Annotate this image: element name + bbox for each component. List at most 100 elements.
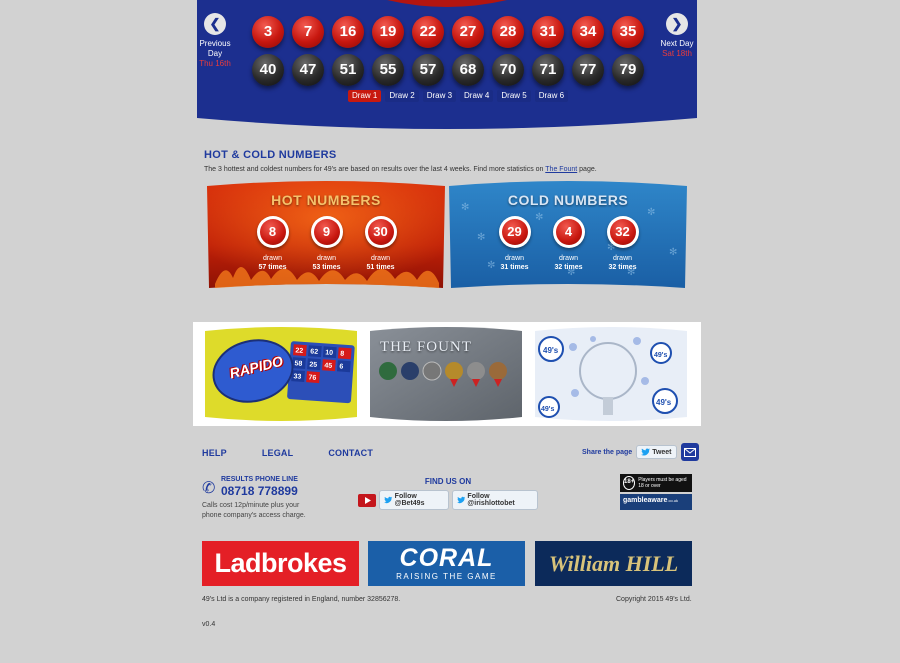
cold-number-item: 4 drawn 32 times bbox=[550, 216, 587, 272]
red-balls-row: 3 7 16 19 22 27 28 31 34 35 bbox=[252, 16, 644, 48]
the-fount-logo-text: THE FOUNT bbox=[380, 339, 472, 355]
share-bar: Share the page Tweet bbox=[582, 443, 699, 461]
cold-number-value: 32 bbox=[609, 219, 636, 245]
phone-cost-note: Calls cost 12p/minute plus your phone co… bbox=[202, 502, 306, 519]
draw-tab[interactable]: Draw 6 bbox=[534, 90, 569, 102]
the-fount-promo[interactable]: THE FOUNT bbox=[368, 327, 524, 421]
draw-tab[interactable]: Draw 2 bbox=[385, 90, 419, 102]
cold-numbers-list: 29 drawn 31 times 4 drawn 32 times 32 drawn 32 t… bbox=[496, 216, 641, 272]
next-day-button[interactable]: ❯ Next Day Sat 18th bbox=[657, 13, 697, 59]
rapido-grid-number: 8 bbox=[340, 350, 344, 357]
tweet-button[interactable]: Tweet bbox=[636, 445, 677, 459]
drawn-label: drawn bbox=[504, 255, 525, 262]
draw-tab[interactable]: Draw 5 bbox=[497, 90, 531, 102]
previous-day-label: Previous Day bbox=[199, 39, 231, 58]
drawn-label: drawn bbox=[558, 255, 579, 262]
black-ball: 47 bbox=[292, 54, 324, 86]
ladbrokes-logo-link[interactable]: Ladbrokes bbox=[202, 541, 359, 586]
drawn-times: 31 times bbox=[500, 264, 529, 271]
footer-link-legal[interactable]: LEGAL bbox=[262, 448, 294, 458]
hot-number-item: 30 drawn 51 times bbox=[362, 216, 399, 272]
black-ball: 70 bbox=[492, 54, 524, 86]
gambleaware-link[interactable]: gambleaware.co.uk bbox=[620, 494, 692, 510]
twitter-icon bbox=[641, 448, 651, 456]
email-share-button[interactable] bbox=[680, 443, 699, 461]
next-day-label: Next Day bbox=[660, 39, 694, 48]
black-ball: 71 bbox=[532, 54, 564, 86]
drawn-label: drawn bbox=[316, 255, 337, 262]
red-ball: 28 bbox=[492, 16, 524, 48]
hot-cold-title: HOT & COLD NUMBERS bbox=[204, 149, 337, 161]
cold-number-item: 29 drawn 31 times bbox=[496, 216, 533, 272]
previous-day-button[interactable]: ❮ Previous Day Thu 16th bbox=[195, 13, 235, 69]
fortynines-text-3: 49's bbox=[656, 398, 672, 407]
black-balls-row: 40 47 51 55 57 68 70 71 77 79 bbox=[252, 54, 644, 86]
follow-irishlottobet-label: Follow @irishlottobet bbox=[467, 493, 515, 507]
share-label: Share the page bbox=[582, 448, 633, 456]
hot-number-value: 30 bbox=[367, 219, 394, 245]
drawn-label: drawn bbox=[612, 255, 633, 262]
draw-results-panel: ❮ Previous Day Thu 16th 3 7 16 19 22 27 28 31 34… bbox=[197, 0, 697, 134]
phone-number[interactable]: 08718 778899 bbox=[221, 484, 312, 498]
footer-link-help[interactable]: HELP bbox=[202, 448, 227, 458]
find-us-on: FIND US ON Follow @Bet49s Follow @irishl… bbox=[358, 477, 538, 510]
black-ball: 40 bbox=[252, 54, 284, 86]
black-ball: 51 bbox=[332, 54, 364, 86]
svg-text:✻: ✻ bbox=[477, 232, 485, 243]
rapido-grid-number: 10 bbox=[325, 349, 333, 357]
black-ball: 55 bbox=[372, 54, 404, 86]
follow-bet49s-button[interactable]: Follow @Bet49s bbox=[379, 490, 450, 510]
twitter-icon bbox=[457, 496, 466, 504]
draw-tab[interactable]: Draw 4 bbox=[460, 90, 494, 102]
william-hill-logo-link[interactable]: William HILL bbox=[535, 541, 692, 586]
fortynines-text-2: 49's bbox=[654, 352, 667, 359]
hot-numbers-list: 8 drawn 57 times 9 drawn 53 times 30 drawn 51 ti… bbox=[254, 216, 399, 272]
age-restriction-text: Players must be aged 18 or over bbox=[638, 477, 687, 489]
cold-number-item: 32 drawn 32 times bbox=[604, 216, 641, 272]
drawn-times: 32 times bbox=[608, 264, 637, 271]
fortynines-promo[interactable]: 49's 49's 49's 49's bbox=[533, 327, 689, 421]
black-ball: 57 bbox=[412, 54, 444, 86]
draw-tab[interactable]: Draw 1 bbox=[348, 90, 382, 102]
svg-text:✼: ✼ bbox=[487, 260, 495, 271]
rapido-grid-number: 6 bbox=[339, 363, 343, 370]
youtube-icon bbox=[364, 496, 371, 504]
phone-line-label: RESULTS PHONE LINE bbox=[221, 476, 298, 483]
lottery-machine-graphic: 49's 49's 49's 49's bbox=[535, 327, 687, 421]
rapido-promo[interactable]: 22 62 10 8 58 25 45 6 33 76 RAPIDO bbox=[203, 327, 359, 421]
youtube-button[interactable] bbox=[358, 493, 377, 507]
arrow-right-icon: ❯ bbox=[666, 13, 688, 35]
svg-text:✻: ✻ bbox=[669, 247, 677, 258]
next-day-date: Sat 18th bbox=[662, 49, 692, 58]
black-ball: 79 bbox=[612, 54, 644, 86]
find-us-title: FIND US ON bbox=[424, 477, 472, 486]
cold-number-value: 29 bbox=[501, 219, 528, 245]
hot-cold-description: The 3 hottest and coldest numbers for 49… bbox=[204, 166, 597, 173]
draw-tab[interactable]: Draw 3 bbox=[422, 90, 457, 102]
drawn-times: 57 times bbox=[258, 264, 287, 271]
coral-text: CORAL bbox=[399, 544, 494, 572]
drawn-label: drawn bbox=[262, 255, 283, 262]
cold-number-ball: 29 bbox=[498, 216, 531, 248]
follow-irishlottobet-button[interactable]: Follow @irishlottobet bbox=[452, 490, 538, 510]
hot-number-item: 8 drawn 57 times bbox=[254, 216, 291, 272]
the-fount-link[interactable]: The Fount bbox=[545, 166, 577, 173]
red-ball: 31 bbox=[532, 16, 564, 48]
rapido-grid-number: 58 bbox=[294, 360, 302, 368]
rapido-grid-number: 33 bbox=[293, 373, 301, 381]
rapido-graphic: 22 62 10 8 58 25 45 6 33 76 bbox=[205, 327, 357, 421]
footer-link-contact[interactable]: CONTACT bbox=[328, 448, 373, 458]
hot-number-item: 9 drawn 53 times bbox=[308, 216, 345, 272]
william-hill-text: William HILL bbox=[548, 551, 679, 576]
drawn-times: 51 times bbox=[366, 264, 395, 271]
red-ball: 35 bbox=[612, 16, 644, 48]
hot-numbers-heading: HOT NUMBERS bbox=[271, 192, 381, 208]
red-ball: 3 bbox=[252, 16, 284, 48]
gambleaware-text: gambleaware bbox=[623, 497, 668, 504]
hot-number-ball: 30 bbox=[364, 216, 397, 248]
cold-number-ball: 4 bbox=[552, 216, 585, 248]
rapido-grid-number: 76 bbox=[308, 374, 316, 382]
coral-logo-link[interactable]: CORAL RAISING THE GAME bbox=[368, 541, 525, 586]
mail-icon bbox=[683, 447, 696, 457]
twitter-icon bbox=[384, 496, 393, 504]
